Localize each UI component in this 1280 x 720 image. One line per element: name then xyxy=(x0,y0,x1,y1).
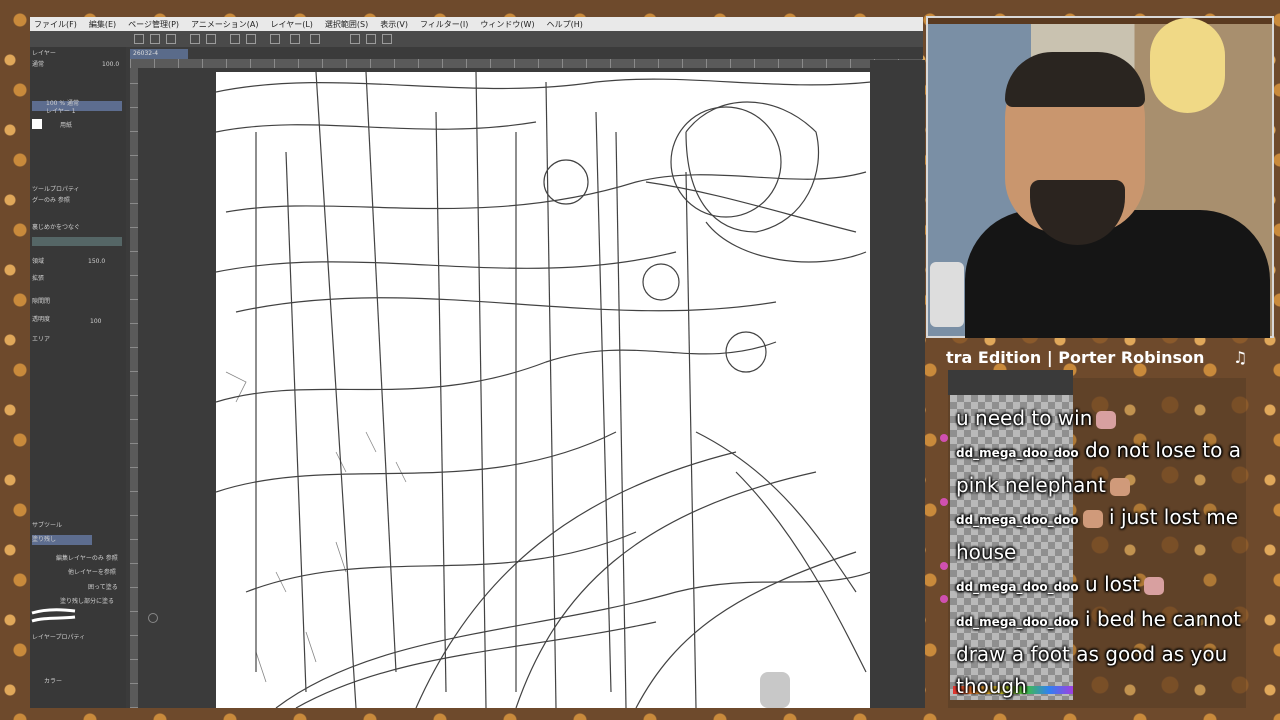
close-gap-setting[interactable]: 裏じめかをつなぐ xyxy=(32,223,80,232)
undo-icon[interactable] xyxy=(190,34,200,44)
brush-preview-icon xyxy=(31,608,76,623)
shelf-top xyxy=(928,18,1272,24)
menu-filter[interactable]: フィルター(I) xyxy=(420,19,468,30)
teddy-bear-image xyxy=(1150,18,1225,113)
subtool-fill-remainder[interactable]: 塗り残し xyxy=(32,535,56,544)
fill-icon[interactable] xyxy=(246,34,256,44)
open-icon[interactable] xyxy=(150,34,160,44)
color-select[interactable]: カラー xyxy=(44,677,62,686)
chat-username[interactable]: dd_mega_doo_doo xyxy=(956,513,1079,527)
pixel-cat-icon xyxy=(930,262,964,327)
command-bar xyxy=(30,31,923,47)
chat-message: dd_mega_doo_doo do not lose to a pink ne… xyxy=(956,434,1246,501)
reference-setting[interactable]: グーのみ 参照 xyxy=(32,196,70,205)
chat-text: u lost xyxy=(1085,572,1141,596)
music-note-icon: ♫ xyxy=(1233,348,1248,367)
canvas-side-area xyxy=(870,60,925,708)
menu-bar: ファイル(F) 編集(E) ページ管理(P) アニメーション(A) レイヤー(L… xyxy=(30,17,923,31)
opacity-value[interactable]: 100.0 xyxy=(102,60,119,69)
subtool-fill-gap[interactable]: 塗り残し部分に塗る xyxy=(60,597,114,606)
horizontal-ruler xyxy=(130,59,923,68)
chat-message: dd_mega_doo_doo i bed he cannot draw a f… xyxy=(956,603,1246,702)
paper-swatch xyxy=(32,119,42,129)
person-shirt xyxy=(965,210,1270,338)
tool-property-title: ツールプロパティ xyxy=(32,186,80,193)
area-scale-bar[interactable] xyxy=(32,237,122,246)
subtool-enclose[interactable]: 囲って塗る xyxy=(88,583,118,592)
chat-message: u need to win xyxy=(956,402,1246,434)
vertical-ruler xyxy=(130,68,138,708)
chat-username[interactable]: dd_mega_doo_doo xyxy=(956,615,1079,629)
sketch-drawing xyxy=(216,72,871,708)
chat-text: u need to win xyxy=(956,406,1093,430)
paper-layer-label[interactable]: 用紙 xyxy=(60,121,72,130)
face-emote-icon xyxy=(1082,509,1103,528)
clear-icon[interactable] xyxy=(230,34,240,44)
mascot-icon xyxy=(760,672,790,708)
person-hair xyxy=(1005,52,1145,107)
area-label: 領域 xyxy=(32,258,45,265)
layer-property-title: レイヤープロパティ xyxy=(32,634,86,641)
menu-view[interactable]: 表示(V) xyxy=(380,19,408,30)
chat-message: dd_mega_doo_doo u lost xyxy=(956,568,1246,603)
chat-username[interactable]: dd_mega_doo_doo xyxy=(956,446,1079,460)
new-icon[interactable] xyxy=(134,34,144,44)
redo-icon[interactable] xyxy=(206,34,216,44)
opacity-label: 透明度 xyxy=(32,316,51,323)
crop-icon[interactable] xyxy=(290,34,300,44)
gap-label: 隙間閉 xyxy=(32,298,51,305)
cat-emote-icon xyxy=(1096,410,1117,429)
face-emote-icon xyxy=(1109,477,1130,496)
layer-panel-title: レイヤー xyxy=(32,50,56,57)
menu-page[interactable]: ページ管理(P) xyxy=(128,19,179,30)
drawing-canvas[interactable] xyxy=(216,72,871,708)
menu-layer[interactable]: レイヤー(L) xyxy=(270,19,312,30)
area-value[interactable]: 150.0 xyxy=(88,257,105,266)
now-playing-title: tra Edition | Porter Robinson xyxy=(946,348,1205,367)
chat-feed: u need to win dd_mega_doo_doo do not los… xyxy=(956,402,1246,702)
expand-label: 拡張 xyxy=(32,275,45,282)
chat-dot-icon xyxy=(940,562,948,570)
ruler-icon[interactable] xyxy=(310,34,320,44)
menu-edit[interactable]: 編集(E) xyxy=(89,19,116,30)
document-tab[interactable]: 26032-4 xyxy=(130,49,188,59)
menu-window[interactable]: ウィンドウ(W) xyxy=(480,19,534,30)
area-option-label: エリア xyxy=(32,336,51,343)
mini-toolbar-strip xyxy=(948,370,1073,395)
layer-name: レイヤー 1 xyxy=(46,108,76,115)
blend-mode-select[interactable]: 通常 xyxy=(32,60,44,69)
menu-file[interactable]: ファイル(F) xyxy=(34,19,77,30)
chat-dot-icon xyxy=(940,434,948,442)
chat-dot-icon xyxy=(940,595,948,603)
brush-cursor-icon xyxy=(148,613,158,623)
subtool-other-layer[interactable]: 他レイヤーを参照 xyxy=(68,568,116,577)
brush-icon[interactable] xyxy=(366,34,376,44)
subtool-edit-layer[interactable]: 編集レイヤーのみ 参照 xyxy=(56,554,118,563)
cat-emote-icon xyxy=(1144,576,1165,595)
chat-dot-icon xyxy=(940,498,948,506)
menu-help[interactable]: ヘルプ(H) xyxy=(547,19,583,30)
subtool-title: サブツール xyxy=(32,522,63,529)
menu-animation[interactable]: アニメーション(A) xyxy=(191,19,258,30)
chat-message: dd_mega_doo_doo i just lost me house xyxy=(956,501,1246,568)
save-icon[interactable] xyxy=(166,34,176,44)
chat-username[interactable]: dd_mega_doo_doo xyxy=(956,580,1079,594)
layer-panel: レイヤー 通常 100.0 100 % 通常 レイヤー 1 用紙 ツールプロパテ… xyxy=(30,47,126,708)
menu-selection[interactable]: 選択範囲(S) xyxy=(325,19,368,30)
opacity-setting-value[interactable]: 100 xyxy=(90,317,101,326)
pen-icon[interactable] xyxy=(350,34,360,44)
transform-icon[interactable] xyxy=(270,34,280,44)
eyedropper-icon[interactable] xyxy=(382,34,392,44)
